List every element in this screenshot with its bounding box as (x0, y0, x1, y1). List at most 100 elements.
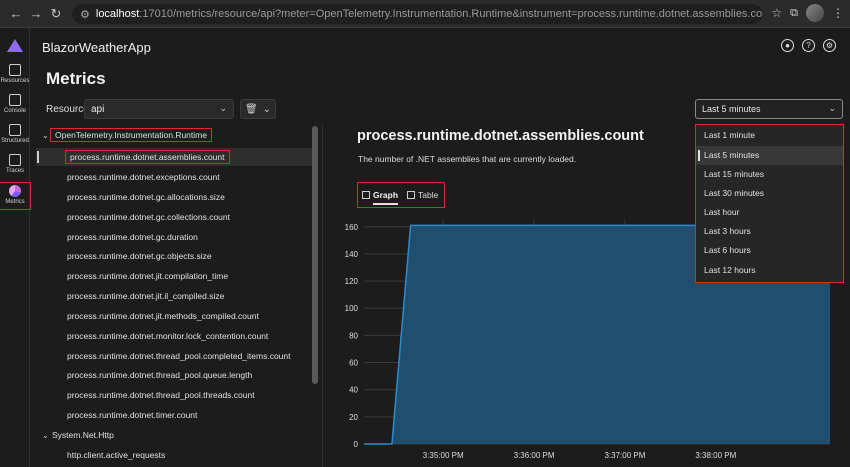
tree-item[interactable]: process.runtime.dotnet.monitor.lock_cont… (67, 327, 268, 345)
y-tick-label: 160 (345, 223, 359, 232)
traces-icon (9, 154, 21, 166)
tree-group-runtime[interactable]: ⌄ OpenTelemetry.Instrumentation.Runtime (42, 126, 212, 144)
console-icon (9, 94, 21, 106)
resource-label: Resource (46, 104, 89, 115)
address-bar[interactable]: ⚙ localhost:17010/metrics/resource/api?m… (72, 4, 762, 24)
back-icon[interactable]: ← (6, 4, 26, 24)
time-range-option[interactable]: Last 6 hours (696, 241, 843, 260)
time-range-option[interactable]: Last 15 minutes (696, 165, 843, 184)
y-tick-label: 80 (349, 331, 358, 340)
tree-item[interactable]: process.runtime.dotnet.gc.objects.size (67, 247, 212, 265)
chevron-down-icon: ⌄ (42, 430, 49, 440)
rail-item-console[interactable]: Console (0, 94, 30, 114)
tree-item[interactable]: process.runtime.dotnet.exceptions.count (67, 168, 220, 186)
time-range-value: Last 5 minutes (702, 104, 761, 114)
github-icon[interactable]: ● (781, 39, 794, 52)
y-tick-label: 100 (345, 304, 359, 313)
time-range-select[interactable]: Last 5 minutes ⌄ (695, 99, 843, 119)
tree-item[interactable]: process.runtime.dotnet.gc.allocations.si… (67, 188, 225, 206)
tree-item-label: http.client.active_requests (67, 450, 166, 460)
rail-item-label: Console (3, 108, 26, 114)
time-range-option[interactable]: Last 3 hours (696, 222, 843, 241)
x-tick-label: 3:36:00 PM (514, 451, 555, 460)
tree-item-label: process.runtime.dotnet.timer.count (67, 410, 198, 420)
rail-item-metrics[interactable]: Metrics (0, 182, 31, 210)
tree-item[interactable]: http.client.active_requests (67, 446, 165, 464)
rail-item-traces[interactable]: Traces (0, 154, 30, 174)
tree-item[interactable]: process.runtime.dotnet.thread_pool.compl… (67, 347, 291, 365)
page-title: Metrics (46, 69, 106, 88)
trash-icon: 🗑 (244, 103, 258, 115)
instrument-title: process.runtime.dotnet.assemblies.count (357, 128, 644, 144)
tab-graph[interactable]: Graph (362, 190, 399, 205)
selected-row-indicator (37, 151, 39, 163)
tree-item-label: process.runtime.dotnet.gc.allocations.si… (67, 192, 225, 202)
rail-item-label: Resources (0, 78, 30, 84)
browser-menu-icon[interactable]: ⋮ (832, 6, 844, 20)
x-tick-label: 3:38:00 PM (695, 451, 736, 460)
tree-item[interactable]: process.runtime.dotnet.timer.count (67, 406, 197, 424)
tree-item-label: process.runtime.dotnet.gc.objects.size (67, 251, 212, 261)
nav-rail: Resources Console Structured Traces Metr… (0, 28, 31, 467)
tab-label: Graph (373, 190, 399, 200)
y-tick-label: 140 (345, 250, 359, 259)
structured-icon (9, 124, 21, 136)
tree-item[interactable]: process.runtime.dotnet.jit.methods_compi… (67, 307, 259, 325)
tree-item-label: process.runtime.dotnet.assemblies.count (65, 150, 230, 164)
rail-item-resources[interactable]: Resources (0, 64, 30, 84)
x-tick-label: 3:37:00 PM (604, 451, 645, 460)
reload-icon[interactable]: ↻ (46, 4, 66, 24)
time-range-option[interactable]: Last hour (696, 203, 843, 222)
time-range-option[interactable]: Last 30 minutes (696, 184, 843, 203)
chevron-down-icon: ⌄ (219, 103, 227, 113)
tree-item[interactable]: process.runtime.dotnet.thread_pool.threa… (67, 386, 255, 404)
tree-item[interactable]: process.runtime.dotnet.gc.collections.co… (67, 208, 230, 226)
tree-item-label: process.runtime.dotnet.monitor.lock_cont… (67, 331, 269, 341)
tree-item[interactable]: process.runtime.dotnet.jit.compilation_t… (67, 267, 228, 285)
instrument-tree: ⌄ OpenTelemetry.Instrumentation.Runtime … (36, 125, 320, 467)
tree-group-label: System.Net.Http (52, 430, 114, 440)
tab-table[interactable]: Table (407, 190, 438, 200)
y-tick-label: 0 (354, 440, 359, 449)
tree-group-http[interactable]: ⌄ System.Net.Http (42, 426, 114, 444)
settings-gear-icon[interactable]: ⚙ (823, 39, 836, 52)
tree-item[interactable]: process.runtime.dotnet.jit.il_compiled.s… (67, 287, 224, 305)
help-icon[interactable]: ? (802, 39, 815, 52)
tree-item[interactable]: process.runtime.dotnet.thread_pool.queue… (67, 366, 252, 384)
y-tick-label: 20 (349, 413, 358, 422)
chevron-down-icon: ⌄ (42, 130, 49, 140)
tree-item[interactable]: process.runtime.dotnet.assemblies.count (65, 148, 230, 166)
pane-divider[interactable] (322, 125, 323, 467)
y-tick-label: 40 (349, 386, 358, 395)
tree-item-label: process.runtime.dotnet.thread_pool.compl… (67, 351, 291, 361)
tree-group-label: OpenTelemetry.Instrumentation.Runtime (50, 128, 212, 142)
url-path: :17010/metrics/resource/api?meter=OpenTe… (139, 8, 762, 20)
tree-scrollbar[interactable] (312, 126, 318, 384)
y-tick-label: 60 (349, 359, 358, 368)
view-tabs: Graph Table (357, 182, 445, 208)
rail-item-structured[interactable]: Structured (0, 124, 30, 144)
instrument-description: The number of .NET assemblies that are c… (358, 154, 577, 164)
time-range-option[interactable]: Last 5 minutes (696, 146, 843, 165)
resource-select-value: api (91, 104, 105, 115)
bookmark-star-icon[interactable]: ☆ (771, 6, 782, 20)
app-header: BlazorWeatherApp ● ? ⚙ (30, 28, 850, 62)
tree-item[interactable]: process.runtime.dotnet.gc.duration (67, 228, 198, 246)
resources-icon (9, 64, 21, 76)
clear-signals-button[interactable]: 🗑 ⌄ (240, 99, 276, 119)
chevron-down-icon: ⌄ (262, 103, 272, 115)
profile-avatar[interactable] (806, 4, 824, 22)
forward-icon[interactable]: → (26, 4, 46, 24)
time-range-option[interactable]: Last 1 minute (696, 126, 843, 145)
time-range-option[interactable]: Last 12 hours (696, 261, 843, 280)
browser-toolbar: ← → ↻ ⚙ localhost:17010/metrics/resource… (0, 0, 850, 28)
time-range-dropdown: Last 1 minute Last 5 minutes Last 15 min… (695, 124, 844, 283)
extensions-icon[interactable]: ⧉ (790, 7, 798, 20)
tree-item-label: process.runtime.dotnet.gc.collections.co… (67, 212, 231, 222)
metrics-icon (9, 185, 21, 197)
x-tick-label: 3:35:00 PM (423, 451, 464, 460)
tree-item-label: process.runtime.dotnet.jit.il_compiled.s… (67, 291, 225, 301)
site-info-icon[interactable]: ⚙ (80, 8, 90, 21)
resource-select[interactable]: api ⌄ (84, 99, 234, 119)
tree-item-label: process.runtime.dotnet.gc.duration (67, 232, 198, 242)
